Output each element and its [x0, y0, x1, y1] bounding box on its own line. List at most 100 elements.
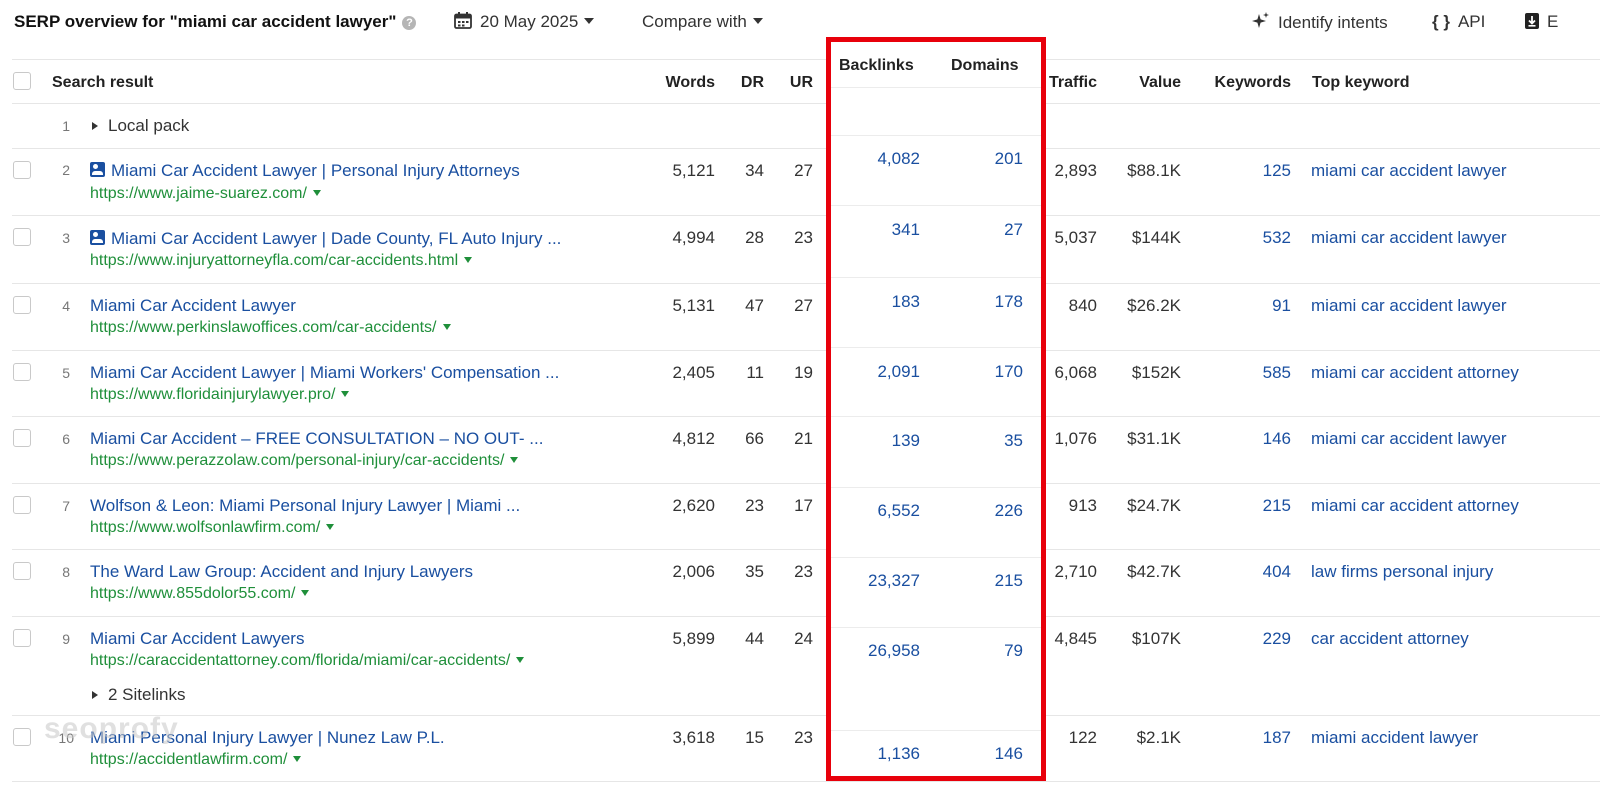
dr-cell: 47: [745, 296, 764, 315]
result-url-link[interactable]: https://www.perazzolaw.com/personal-inju…: [90, 452, 519, 470]
watermark: seoprofy: [44, 712, 179, 745]
value-cell: $42.7K: [1127, 562, 1181, 581]
traffic-cell: 5,037: [1054, 228, 1097, 247]
column-header-words[interactable]: Words: [655, 74, 715, 92]
chevron-down-icon: [312, 190, 321, 196]
value-cell: $26.2K: [1127, 296, 1181, 315]
result-title-link[interactable]: The Ward Law Group: Accident and Injury …: [90, 562, 473, 582]
column-header-ur[interactable]: UR: [775, 74, 813, 92]
caret-right-icon: [92, 122, 98, 130]
keywords-cell[interactable]: 404: [1196, 562, 1291, 582]
keywords-cell[interactable]: 146: [1196, 429, 1291, 449]
keywords-cell[interactable]: 532: [1196, 228, 1291, 248]
dr-cell: 44: [745, 629, 764, 648]
identify-intents-button[interactable]: Identify intents: [1252, 12, 1388, 33]
divider: [12, 350, 1600, 351]
traffic-cell: 122: [1068, 728, 1097, 747]
keywords-cell[interactable]: 229: [1196, 629, 1291, 649]
words-cell: 5,131: [672, 296, 715, 315]
result-url-link[interactable]: https://www.floridainjurylawyer.pro/: [90, 386, 350, 404]
ur-cell: 19: [794, 363, 813, 382]
result-url-link[interactable]: https://www.855dolor55.com/: [90, 585, 310, 603]
row-number: 9: [62, 631, 70, 647]
row-checkbox[interactable]: [13, 496, 31, 514]
row-number: 6: [62, 431, 70, 447]
ur-cell: 17: [794, 496, 813, 515]
words-cell: 5,899: [672, 629, 715, 648]
top-keyword-cell[interactable]: law firms personal injury: [1311, 562, 1493, 582]
keywords-cell[interactable]: 125: [1196, 161, 1291, 181]
result-title-link[interactable]: Miami Car Accident Lawyer: [90, 296, 296, 316]
local-pack-toggle[interactable]: Local pack: [92, 116, 189, 136]
row-checkbox[interactable]: [13, 728, 31, 746]
date-label: 20 May 2025: [480, 12, 579, 31]
ur-cell: 23: [794, 728, 813, 747]
result-url-link[interactable]: https://www.jaime-suarez.com/: [90, 185, 321, 203]
column-header-dr[interactable]: DR: [725, 74, 764, 92]
result-title-link[interactable]: Miami Car Accident Lawyers: [90, 629, 304, 649]
divider: [12, 215, 1600, 216]
date-picker[interactable]: 20 May 2025: [454, 12, 595, 32]
value-cell: $152K: [1131, 363, 1181, 382]
traffic-cell: 4,845: [1054, 629, 1097, 648]
result-url-link[interactable]: https://accidentlawfirm.com/: [90, 751, 302, 769]
help-icon[interactable]: ?: [402, 16, 417, 30]
row-checkbox[interactable]: [13, 363, 31, 381]
top-keyword-cell[interactable]: miami car accident lawyer: [1311, 228, 1507, 248]
traffic-cell: 6,068: [1054, 363, 1097, 382]
keywords-cell[interactable]: 585: [1196, 363, 1291, 383]
result-url-link[interactable]: https://caraccidentattorney.com/florida/…: [90, 652, 525, 670]
top-keyword-cell[interactable]: miami car accident lawyer: [1311, 296, 1507, 316]
column-header-keywords[interactable]: Keywords: [1196, 74, 1291, 92]
divider: [12, 616, 1600, 617]
traffic-cell: 1,076: [1054, 429, 1097, 448]
keywords-cell[interactable]: 91: [1196, 296, 1291, 316]
divider: [12, 781, 1600, 782]
export-button[interactable]: E: [1525, 12, 1558, 32]
row-checkbox[interactable]: [13, 629, 31, 647]
row-checkbox[interactable]: [13, 161, 31, 179]
keywords-cell[interactable]: 187: [1196, 728, 1291, 748]
result-title-link[interactable]: Miami Car Accident Lawyer | Personal Inj…: [90, 161, 520, 181]
row-checkbox[interactable]: [13, 429, 31, 447]
result-url-link[interactable]: https://www.injuryattorneyfla.com/car-ac…: [90, 252, 473, 270]
result-url-text: https://accidentlawfirm.com/: [90, 751, 288, 768]
top-keyword-cell[interactable]: car accident attorney: [1311, 629, 1469, 649]
column-header-traffic[interactable]: Traffic: [1049, 74, 1097, 92]
chevron-down-icon: [516, 657, 525, 663]
words-cell: 2,006: [672, 562, 715, 581]
page-title: SERP overview for "miami car accident la…: [14, 12, 417, 32]
column-header-search-result[interactable]: Search result: [52, 74, 153, 92]
words-cell: 4,994: [672, 228, 715, 247]
result-url-text: https://www.wolfsonlawfirm.com/: [90, 519, 321, 536]
keywords-cell[interactable]: 215: [1196, 496, 1291, 516]
sitelinks-toggle[interactable]: 2 Sitelinks: [92, 685, 185, 705]
column-header-top-keyword[interactable]: Top keyword: [1312, 74, 1410, 92]
top-keyword-cell[interactable]: miami car accident lawyer: [1311, 161, 1507, 181]
select-all-checkbox[interactable]: [13, 72, 31, 90]
compare-label: Compare with: [642, 12, 747, 31]
divider: [12, 283, 1600, 284]
row-checkbox[interactable]: [13, 228, 31, 246]
top-keyword-cell[interactable]: miami car accident lawyer: [1311, 429, 1507, 449]
result-url-link[interactable]: https://www.wolfsonlawfirm.com/: [90, 519, 335, 537]
result-title-link[interactable]: Miami Car Accident – FREE CONSULTATION –…: [90, 429, 543, 449]
api-button[interactable]: { } API: [1432, 12, 1485, 32]
result-title-link[interactable]: Miami Car Accident Lawyer | Miami Worker…: [90, 363, 559, 383]
top-keyword-cell[interactable]: miami accident lawyer: [1311, 728, 1478, 748]
result-title-link[interactable]: Miami Car Accident Lawyer | Dade County,…: [90, 229, 561, 249]
traffic-cell: 840: [1068, 296, 1097, 315]
row-checkbox[interactable]: [13, 562, 31, 580]
row-checkbox[interactable]: [13, 296, 31, 314]
top-keyword-cell[interactable]: miami car accident attorney: [1311, 363, 1519, 383]
ur-cell: 27: [794, 161, 813, 180]
compare-with-dropdown[interactable]: Compare with: [642, 12, 763, 32]
words-cell: 3,618: [672, 728, 715, 747]
top-keyword-cell[interactable]: miami car accident attorney: [1311, 496, 1519, 516]
column-header-value[interactable]: Value: [1110, 74, 1181, 92]
value-cell: $2.1K: [1136, 728, 1181, 747]
result-url-link[interactable]: https://www.perkinslawoffices.com/car-ac…: [90, 319, 451, 337]
result-title-link[interactable]: Wolfson & Leon: Miami Personal Injury La…: [90, 496, 520, 516]
page-title-text: SERP overview for "miami car accident la…: [14, 12, 397, 31]
traffic-cell: 2,710: [1054, 562, 1097, 581]
